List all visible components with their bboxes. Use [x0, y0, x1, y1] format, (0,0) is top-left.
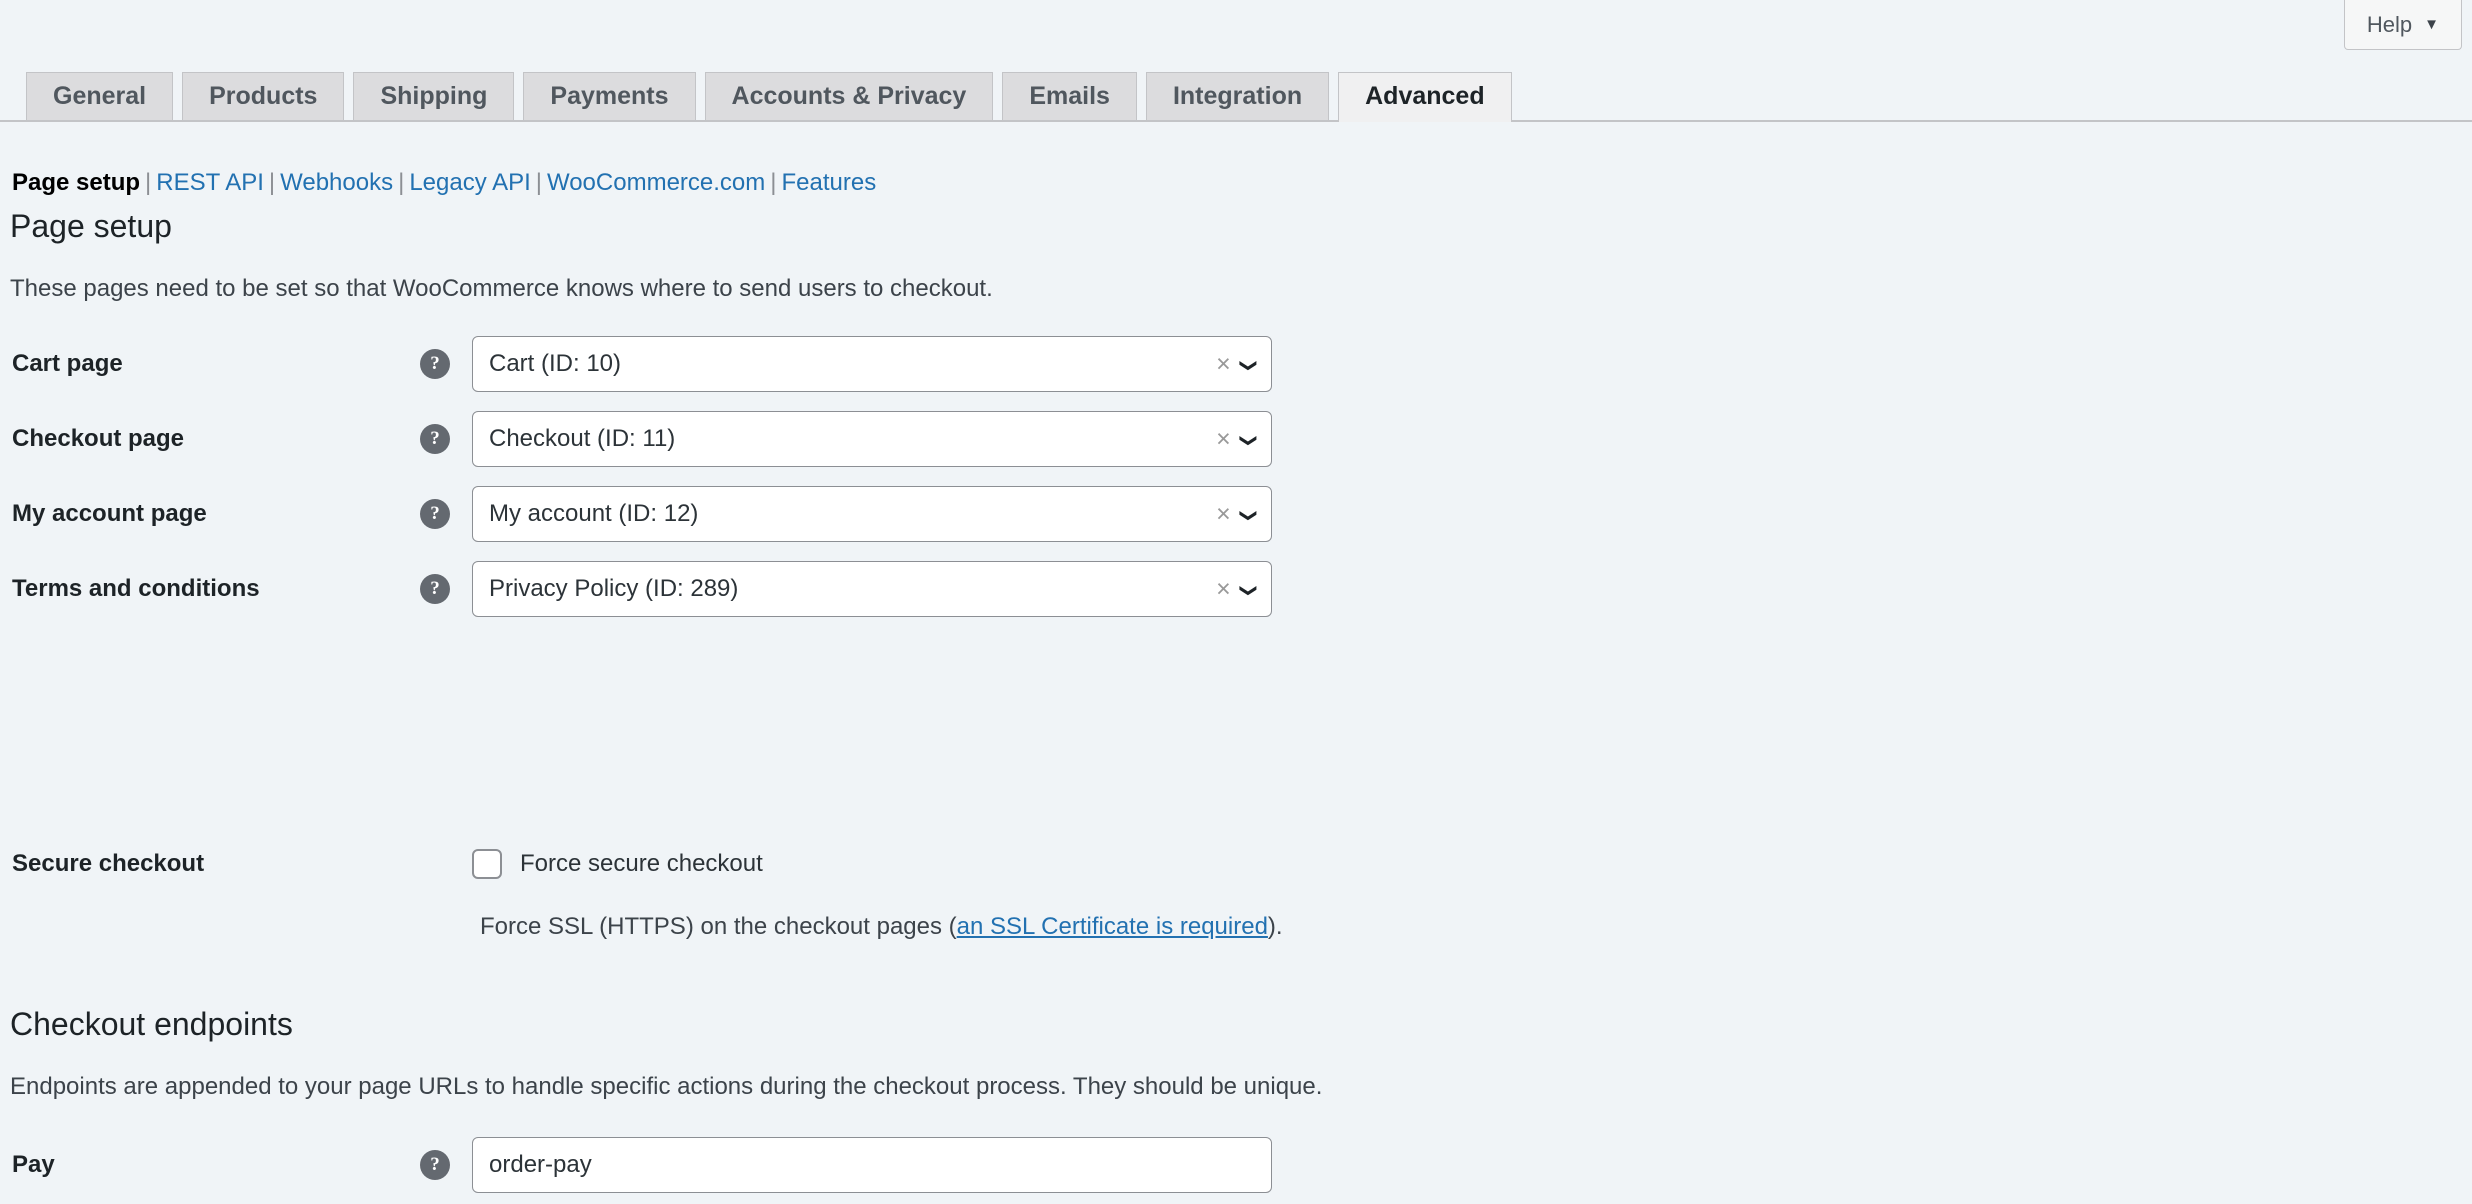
checkout-endpoints-description: Endpoints are appended to your page URLs… [10, 1073, 1323, 1100]
subnav-link-webhooks[interactable]: Webhooks [280, 169, 393, 196]
tab-general[interactable]: General [26, 72, 174, 120]
clear-icon[interactable]: × [1206, 426, 1241, 452]
setting-row-terms-and-conditions: Terms and conditions? Privacy Policy (ID:… [0, 561, 2472, 617]
chevron-down-icon[interactable]: ❯ [1239, 431, 1258, 447]
clear-icon[interactable]: × [1206, 501, 1241, 527]
ssl-certificate-link[interactable]: an SSL Certificate is required [957, 913, 1268, 940]
subnav-separator: | [770, 169, 777, 196]
subnav-separator: | [398, 169, 405, 196]
setting-row-checkout-page: Checkout page? Checkout (ID: 11) × ❯ [0, 411, 2472, 467]
select-value: Checkout (ID: 11) [489, 425, 676, 452]
subnav-separator: | [145, 169, 152, 196]
subnav: Page setup | REST API | Webhooks | Legacy API |… [12, 168, 876, 198]
setting-row-cart-page: Cart page? Cart (ID: 10) × ❯ [0, 336, 2472, 392]
select-cart-page[interactable]: Cart (ID: 10) × ❯ [472, 336, 1272, 392]
tab-list: General Products Shipping Payments Accounts … [26, 72, 1512, 122]
tab-accounts-privacy[interactable]: Accounts & Privacy [704, 72, 994, 120]
settings-tab-bar: General Products Shipping Payments Accounts … [0, 70, 2472, 122]
subnav-link-legacy-api[interactable]: Legacy API [409, 169, 530, 196]
tab-payments[interactable]: Payments [523, 72, 696, 120]
setting-label-terms-and-conditions: Terms and conditions [12, 575, 260, 602]
checkout-endpoints-title: Checkout endpoints [10, 1006, 293, 1042]
subnav-link-features[interactable]: Features [782, 169, 877, 196]
select-my-account-page[interactable]: My account (ID: 12) × ❯ [472, 486, 1272, 542]
tab-products[interactable]: Products [182, 72, 345, 120]
select-value: Privacy Policy (ID: 289) [489, 575, 739, 602]
endpoint-label-pay: Pay [12, 1151, 55, 1178]
select-value: Cart (ID: 10) [489, 350, 622, 377]
tab-integration[interactable]: Integration [1145, 72, 1330, 120]
endpoint-row-pay: Pay? order-pay [0, 1137, 2472, 1193]
chevron-down-icon: ▼ [2424, 16, 2439, 33]
ssl-note-prefix: Force SSL (HTTPS) on the checkout pages … [480, 913, 957, 940]
setting-label-checkout-page: Checkout page [12, 425, 185, 452]
help-icon[interactable]: ? [420, 349, 450, 379]
chevron-down-icon[interactable]: ❯ [1239, 356, 1258, 372]
subnav-separator: | [268, 169, 276, 196]
chevron-down-icon[interactable]: ❯ [1239, 506, 1258, 522]
tab-advanced[interactable]: Advanced [1338, 72, 1512, 122]
subnav-link-woocommerce-com[interactable]: WooCommerce.com [547, 169, 765, 196]
setting-row-my-account-page: My account page? My account (ID: 12) × ❯ [0, 486, 2472, 542]
select-value: My account (ID: 12) [489, 500, 699, 527]
force-secure-checkout-row: Force secure checkout [0, 836, 2472, 892]
page-title: Page setup [10, 208, 172, 244]
help-icon[interactable]: ? [420, 424, 450, 454]
ssl-note-suffix: ). [1267, 913, 1283, 940]
tab-emails[interactable]: Emails [1002, 72, 1137, 120]
subnav-current: Page setup [12, 169, 141, 196]
subnav-separator: | [535, 169, 542, 196]
force-secure-checkout-checkbox[interactable] [472, 849, 502, 879]
page-setup-description: These pages need to be set so that WooCo… [10, 275, 993, 302]
force-secure-checkout-label[interactable]: Force secure checkout [520, 850, 763, 878]
subnav-link-rest-api[interactable]: REST API [156, 169, 264, 196]
endpoint-input-pay[interactable]: order-pay [472, 1137, 1272, 1193]
chevron-down-icon[interactable]: ❯ [1239, 581, 1258, 597]
setting-label-my-account-page: My account page [12, 500, 207, 527]
clear-icon[interactable]: × [1206, 576, 1241, 602]
help-button[interactable]: Help ▼ [2343, 0, 2462, 50]
select-terms-and-conditions[interactable]: Privacy Policy (ID: 289) × ❯ [472, 561, 1272, 617]
select-checkout-page[interactable]: Checkout (ID: 11) × ❯ [472, 411, 1272, 467]
clear-icon[interactable]: × [1206, 351, 1241, 377]
tab-bar-divider [0, 120, 2472, 122]
help-icon[interactable]: ? [420, 1150, 450, 1180]
setting-label-cart-page: Cart page [12, 350, 123, 377]
help-button-label: Help [2366, 11, 2413, 37]
help-bar: Help ▼ [2343, 0, 2472, 52]
ssl-note: Force SSL (HTTPS) on the checkout pages … [480, 913, 1283, 941]
help-icon[interactable]: ? [420, 499, 450, 529]
tab-shipping[interactable]: Shipping [353, 72, 515, 120]
help-icon[interactable]: ? [420, 574, 450, 604]
